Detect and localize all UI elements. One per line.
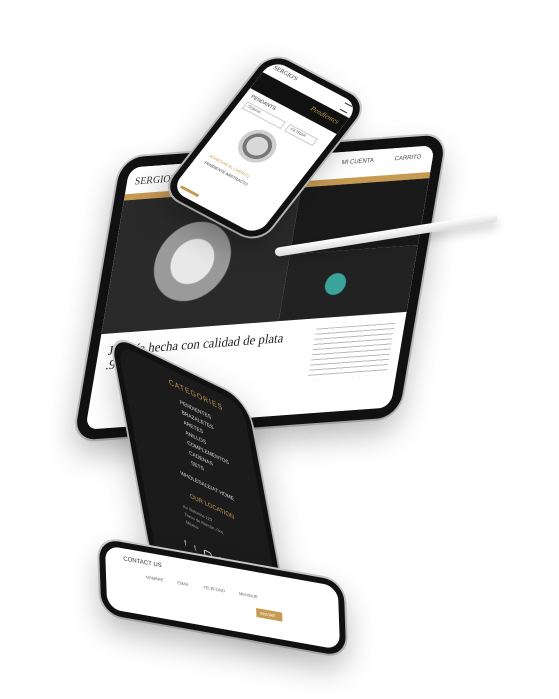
facebook-icon[interactable]: f [184,540,188,550]
filter-button-label: FILTRAR [289,126,308,139]
contact-form: NOMBRE EMAIL TELÉFONO MENSAJE [146,574,258,599]
account-link[interactable]: MI CUENTA [341,158,374,167]
send-button-label: ENVIAR [260,610,276,619]
pagination-bar [179,185,200,198]
form-label-phone: TELÉFONO [203,584,225,594]
cart-link[interactable]: CARRITO [394,154,422,162]
jewelry-photo-turquoise [278,244,418,322]
filter-button[interactable]: FILTRAR [284,123,318,147]
menu-icon[interactable] [339,102,353,114]
contact-title: CONTACT US [123,556,162,570]
send-button[interactable]: ENVIAR [256,607,283,622]
twitter-icon[interactable]: t [194,544,198,554]
sort-select-label: Ordenar [246,103,263,115]
hero-body-text [307,322,396,380]
form-label-name: NOMBRE [145,574,164,583]
form-label-message: MENSAJE [238,590,258,600]
form-label-email: EMAIL [177,579,190,588]
